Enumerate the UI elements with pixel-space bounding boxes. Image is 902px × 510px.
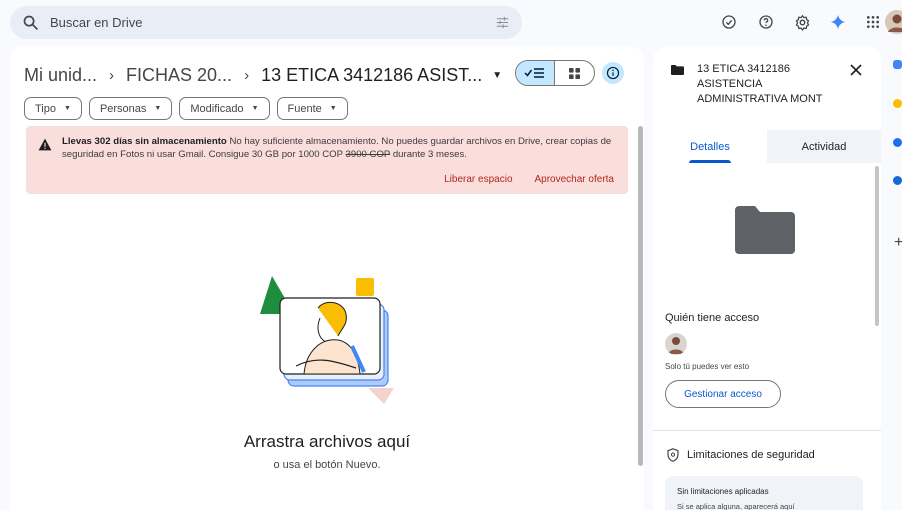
filter-chip-personas[interactable]: Personas ▼ <box>88 97 173 120</box>
filter-chip-tipo[interactable]: Tipo ▼ <box>24 97 82 120</box>
add-addon-icon[interactable]: + <box>894 234 902 252</box>
filter-chip-label: Tipo <box>35 102 56 115</box>
list-view-button[interactable] <box>516 61 556 85</box>
folder-icon <box>671 65 684 75</box>
info-icon <box>606 66 620 80</box>
grid-view-button[interactable] <box>555 61 594 85</box>
chevron-right-icon: › <box>109 66 115 84</box>
caret-down-icon[interactable]: ▼ <box>492 70 502 81</box>
storage-warning-banner: Llevas 302 días sin almacenamiento No ha… <box>26 126 628 194</box>
access-note: Solo tú puedes ver esto <box>665 362 750 371</box>
tasks-app-icon[interactable] <box>893 138 902 147</box>
view-toggle <box>515 60 595 86</box>
filter-bar: Tipo ▼ Personas ▼ Modificado ▼ Fuente ▼ <box>24 97 348 120</box>
warning-icon <box>38 138 52 151</box>
security-card-title: Sin limitaciones aplicadas <box>677 487 769 496</box>
details-scrollbar[interactable] <box>875 166 879 326</box>
caret-down-icon: ▼ <box>251 105 259 112</box>
breadcrumb-item-fichas[interactable]: FICHAS 20... <box>126 65 232 86</box>
empty-folder-illustration <box>260 276 394 404</box>
folder-preview-icon <box>735 206 795 254</box>
grid-icon <box>569 67 580 79</box>
chevron-right-icon: › <box>244 66 250 84</box>
filter-chip-fuente[interactable]: Fuente ▼ <box>276 97 348 120</box>
details-panel: 13 ETICA 3412186 ASISTENCIA ADMINISTRATI… <box>653 46 881 510</box>
details-tabs: Detalles Actividad <box>653 130 881 163</box>
tab-actividad[interactable]: Actividad <box>767 130 881 163</box>
calendar-app-icon[interactable] <box>893 60 902 69</box>
gemini-icon[interactable] <box>825 9 851 35</box>
check-list-icon <box>524 68 544 78</box>
security-heading: Limitaciones de seguridad <box>687 449 815 461</box>
caret-down-icon: ▼ <box>329 105 337 112</box>
breadcrumb-item-mi-unidad[interactable]: Mi unid... <box>24 65 97 86</box>
details-info-button[interactable] <box>602 62 624 84</box>
help-icon[interactable] <box>753 9 779 35</box>
caret-down-icon: ▼ <box>154 105 162 112</box>
search-icon <box>23 15 38 30</box>
caret-down-icon: ▼ <box>64 105 71 112</box>
owner-avatar <box>665 333 687 355</box>
banner-old-price: 3900 COP <box>345 149 391 160</box>
filter-chip-modificado[interactable]: Modificado ▼ <box>179 97 270 120</box>
shield-icon <box>667 448 679 462</box>
security-card: Sin limitaciones aplicadas Si se aplica … <box>665 476 863 510</box>
close-icon[interactable] <box>849 63 863 77</box>
avatar[interactable] <box>884 9 902 35</box>
contacts-app-icon[interactable] <box>893 176 902 185</box>
empty-state-title: Arrastra archivos aquí <box>243 432 411 451</box>
details-title: 13 ETICA 3412186 ASISTENCIA ADMINISTRATI… <box>697 63 823 105</box>
keep-app-icon[interactable] <box>893 99 902 108</box>
filter-chip-label: Personas <box>99 102 147 115</box>
divider <box>653 430 881 431</box>
search-bar[interactable]: Buscar en Drive <box>10 6 522 39</box>
empty-state-subtitle: o usa el botón Nuevo. <box>273 459 381 471</box>
take-offer-button[interactable]: Aprovechar oferta <box>535 174 615 185</box>
access-heading: Quién tiene acceso <box>665 312 760 324</box>
search-input[interactable]: Buscar en Drive <box>50 15 142 30</box>
banner-message: Llevas 302 días sin almacenamiento No ha… <box>62 135 614 161</box>
tune-icon[interactable] <box>495 15 510 30</box>
apps-icon[interactable] <box>860 9 886 35</box>
security-card-text: Si se aplica alguna, aparecerá aquí <box>677 502 795 510</box>
side-apps-rail: + <box>888 46 902 510</box>
breadcrumb-item-current-folder[interactable]: 13 ETICA 3412186 ASIST... <box>261 65 482 86</box>
filter-chip-label: Modificado <box>190 102 244 115</box>
breadcrumb: Mi unid... › FICHAS 20... › 13 ETICA 341… <box>24 62 502 88</box>
main-panel: Mi unid... › FICHAS 20... › 13 ETICA 341… <box>10 46 644 510</box>
filter-chip-label: Fuente <box>287 102 322 115</box>
banner-bold-text: Llevas 302 días sin almacenamiento <box>62 136 227 147</box>
settings-icon[interactable] <box>789 9 815 35</box>
free-space-button[interactable]: Liberar espacio <box>444 174 512 185</box>
tab-detalles[interactable]: Detalles <box>653 130 767 163</box>
manage-access-button[interactable]: Gestionar acceso <box>665 380 781 408</box>
main-scrollbar[interactable] <box>638 126 643 466</box>
banner-text-end: durante 3 meses. <box>390 149 467 160</box>
offline-status-icon[interactable] <box>716 9 742 35</box>
